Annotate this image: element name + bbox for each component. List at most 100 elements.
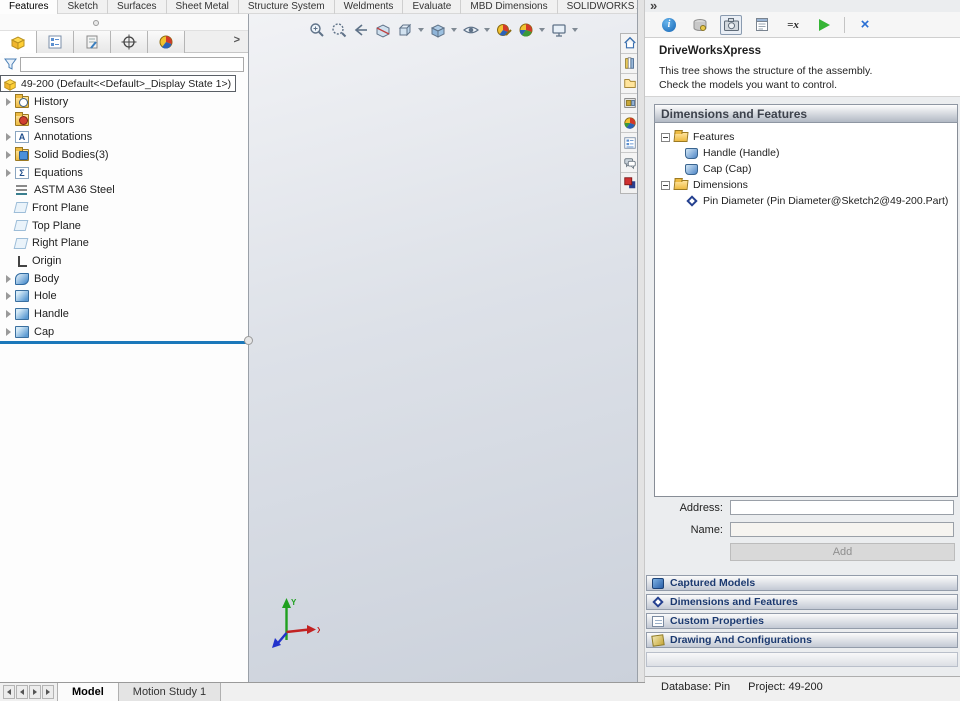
tree-node-features[interactable]: Features	[661, 129, 957, 145]
tree-item-label: Solid Bodies(3)	[34, 148, 109, 161]
accordion-drawing-configurations[interactable]: Drawing And Configurations	[646, 632, 958, 648]
apply-scene-icon[interactable]	[516, 20, 535, 39]
form-design-button[interactable]	[751, 15, 773, 35]
display-style-icon[interactable]	[428, 20, 447, 39]
tab-surfaces[interactable]: Surfaces	[108, 0, 167, 14]
section-view-icon[interactable]	[373, 20, 392, 39]
tree-item-top-plane[interactable]: Top Plane	[0, 217, 248, 235]
expand-arrow-icon[interactable]	[3, 291, 14, 301]
tree-item-front-plane[interactable]: Front Plane	[0, 199, 248, 217]
tree-node-cap[interactable]: Cap (Cap)	[661, 161, 957, 177]
tab-features[interactable]: Features	[0, 0, 59, 14]
expand-arrow-icon[interactable]	[3, 150, 14, 160]
crosshair-icon	[121, 34, 137, 50]
tab-structure-system[interactable]: Structure System	[239, 0, 335, 14]
tree-item-equations[interactable]: Σ Equations	[0, 164, 248, 182]
tree-item-handle[interactable]: Handle	[0, 305, 248, 323]
tree-item-annotations[interactable]: A Annotations	[0, 128, 248, 146]
tab-configuration-manager[interactable]	[74, 31, 111, 53]
tree-item-sensors[interactable]: Sensors	[0, 111, 248, 129]
last-tab-button[interactable]	[42, 685, 54, 699]
graphics-viewport[interactable]: Y X	[249, 14, 637, 682]
tree-filter-input[interactable]	[20, 56, 244, 72]
zoom-to-fit-icon[interactable]	[307, 20, 326, 39]
tree-item-history[interactable]: History	[0, 93, 248, 111]
accordion-custom-properties[interactable]: Custom Properties	[646, 613, 958, 629]
arrow-spacer	[3, 256, 14, 266]
tree-item-body[interactable]: Body	[0, 270, 248, 288]
capture-models-button[interactable]	[720, 14, 742, 35]
tab-dimxpert-manager[interactable]	[111, 31, 148, 53]
history-folder-icon	[15, 93, 29, 108]
run-button[interactable]	[813, 15, 835, 35]
tab-featuremanager-tree[interactable]	[0, 31, 37, 53]
expand-arrow-icon[interactable]	[3, 168, 14, 178]
expand-arrow-icon[interactable]	[3, 309, 14, 319]
collapse-minus-icon[interactable]	[661, 180, 670, 190]
tree-item-origin[interactable]: Origin	[0, 252, 248, 270]
accordion-captured-models[interactable]: Captured Models	[646, 575, 958, 591]
dropdown-caret-icon[interactable]	[484, 27, 490, 32]
view-orientation-icon[interactable]	[395, 20, 414, 39]
tree-item-solid-bodies[interactable]: Solid Bodies(3)	[0, 146, 248, 164]
expand-arrow-icon[interactable]	[3, 274, 14, 284]
expand-arrow-icon[interactable]	[3, 97, 14, 107]
first-tab-button[interactable]	[3, 685, 15, 699]
accordion-dimensions-features[interactable]: Dimensions and Features	[646, 594, 958, 610]
tab-sheet-metal[interactable]: Sheet Metal	[167, 0, 239, 14]
tree-filter-row	[0, 55, 248, 73]
tab-evaluate[interactable]: Evaluate	[403, 0, 462, 14]
rollback-bar-handle[interactable]	[244, 336, 253, 345]
part-model-pin[interactable]	[335, 94, 545, 614]
rollback-bar[interactable]	[0, 341, 248, 344]
plane-icon	[13, 220, 29, 232]
view-settings-icon[interactable]	[549, 20, 568, 39]
tab-display-manager[interactable]	[148, 31, 185, 53]
tree-item-material[interactable]: ASTM A36 Steel	[0, 181, 248, 199]
database-button[interactable]	[689, 15, 711, 35]
tab-mbd-dimensions[interactable]: MBD Dimensions	[461, 0, 558, 14]
filter-funnel-icon[interactable]	[4, 58, 17, 71]
edit-appearance-icon[interactable]	[494, 20, 513, 39]
dropdown-caret-icon[interactable]	[539, 27, 545, 32]
document-root-node[interactable]: 49-200 (Default<<Default>_Display State …	[0, 75, 237, 92]
tab-weldments[interactable]: Weldments	[335, 0, 404, 14]
tab-model[interactable]: Model	[57, 683, 119, 701]
tab-sketch[interactable]: Sketch	[58, 0, 109, 14]
name-input[interactable]	[730, 522, 954, 537]
expand-arrow-icon[interactable]	[3, 132, 14, 142]
tree-item-cap[interactable]: Cap	[0, 323, 248, 341]
tree-item-hole[interactable]: Hole	[0, 288, 248, 306]
dropdown-caret-icon[interactable]	[418, 27, 424, 32]
add-button[interactable]: Add	[730, 543, 955, 561]
feature-icon	[685, 147, 698, 159]
part-icon	[10, 36, 26, 50]
collapse-handle-icon[interactable]	[93, 20, 99, 26]
accordion-label: Custom Properties	[670, 615, 764, 627]
dropdown-caret-icon[interactable]	[451, 27, 457, 32]
address-input[interactable]	[730, 500, 954, 515]
tab-property-manager[interactable]	[37, 31, 74, 53]
zoom-to-area-icon[interactable]	[329, 20, 348, 39]
arrow-spacer	[3, 185, 14, 195]
previous-view-icon[interactable]	[351, 20, 370, 39]
dropdown-caret-icon[interactable]	[572, 27, 578, 32]
rules-button[interactable]: =x	[782, 15, 804, 35]
tree-item-right-plane[interactable]: Right Plane	[0, 235, 248, 253]
info-icon: i	[662, 17, 676, 32]
next-tab-button[interactable]	[29, 685, 41, 699]
tree-node-handle[interactable]: Handle (Handle)	[661, 145, 957, 161]
tab-motion-study-1[interactable]: Motion Study 1	[118, 683, 222, 701]
panel-title: DriveWorksXpress	[659, 45, 762, 57]
close-panel-button[interactable]: ×	[854, 15, 876, 35]
tree-node-dimensions[interactable]: Dimensions	[661, 177, 957, 193]
solid-bodies-folder-icon	[15, 146, 29, 161]
flyout-chevron-icon[interactable]: >	[234, 31, 248, 52]
expand-arrow-icon[interactable]	[3, 327, 14, 337]
tree-node-pin-diameter[interactable]: Pin Diameter (Pin Diameter@Sketch2@49-20…	[661, 193, 957, 209]
hide-show-items-icon[interactable]	[461, 20, 480, 39]
pane-splitter[interactable]	[637, 0, 645, 701]
info-button[interactable]: i	[658, 15, 680, 35]
collapse-minus-icon[interactable]	[661, 132, 670, 142]
prev-tab-button[interactable]	[16, 685, 28, 699]
